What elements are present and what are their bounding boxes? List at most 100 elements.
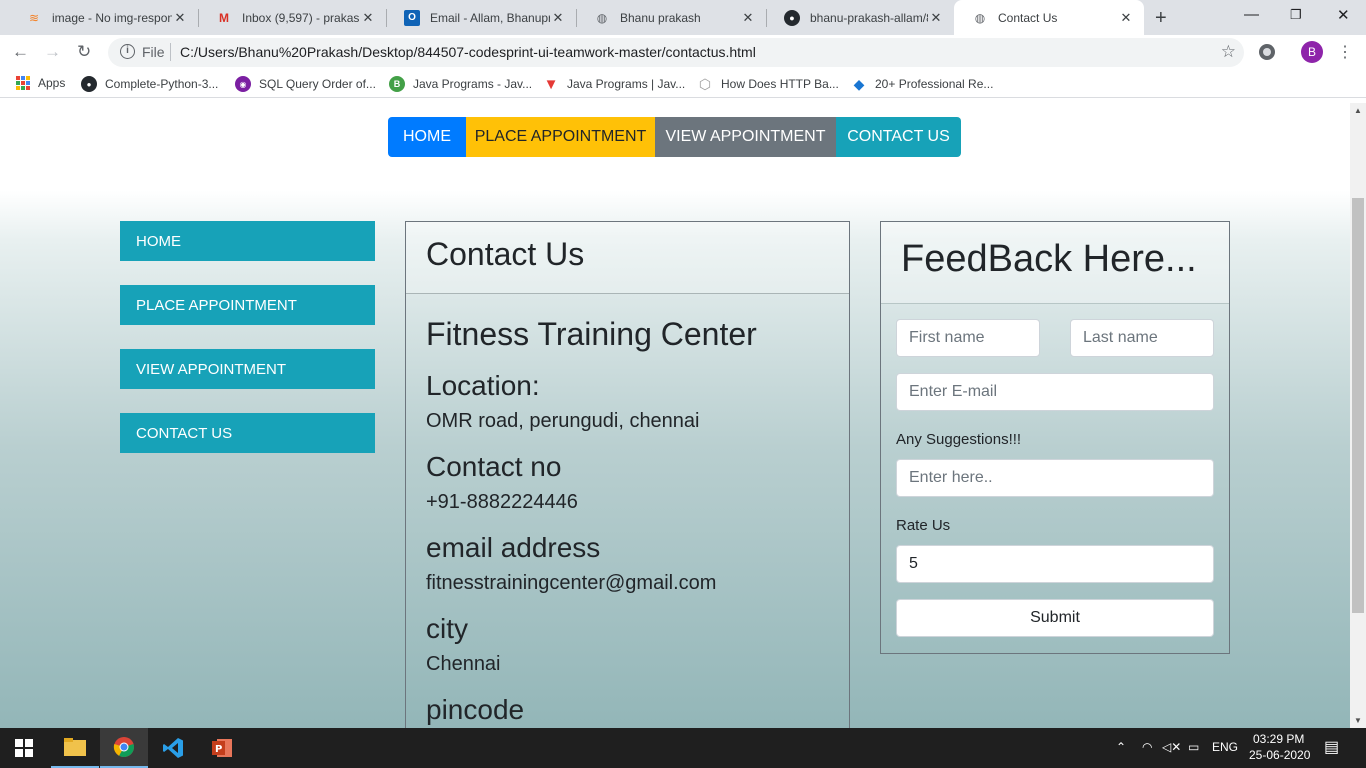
battery-icon[interactable]: ▭ xyxy=(1188,740,1199,754)
beginnersbook-icon: B xyxy=(389,76,405,92)
topnav-place-appointment-button[interactable]: PLACE APPOINTMENT xyxy=(466,117,655,157)
minimize-icon[interactable]: — xyxy=(1244,6,1259,23)
window-close-icon[interactable]: ✕ xyxy=(1337,6,1350,24)
github-icon: ● xyxy=(81,76,97,92)
city-heading: city xyxy=(426,613,468,644)
bookmark-python[interactable]: ● Complete-Python-3... xyxy=(81,76,218,92)
more-menu-icon[interactable]: ⋮ xyxy=(1337,42,1353,62)
close-icon[interactable]: ✕ xyxy=(550,10,566,26)
rate-input[interactable]: 5 xyxy=(896,545,1214,583)
restore-icon[interactable]: ❐ xyxy=(1290,7,1302,23)
outlook-icon: O xyxy=(404,9,420,26)
svg-text:P: P xyxy=(215,744,222,755)
topnav-view-appointment-button[interactable]: VIEW APPOINTMENT xyxy=(655,117,836,157)
bookmark-java-1[interactable]: B Java Programs - Jav... xyxy=(389,76,532,92)
wifi-icon[interactable]: ◠ xyxy=(1142,740,1152,754)
github-icon: ● xyxy=(784,9,800,26)
close-icon[interactable]: ✕ xyxy=(1118,10,1134,26)
tab-contact-us[interactable]: ◍ Contact Us ✕ xyxy=(954,0,1144,35)
page-content: HOME PLACE APPOINTMENT VIEW APPOINTMENT … xyxy=(0,103,1350,728)
submit-button[interactable]: Submit xyxy=(896,599,1214,637)
site-icon: ⬡ xyxy=(698,75,712,92)
bookmark-star-icon[interactable]: ☆ xyxy=(1221,42,1236,62)
location-value: OMR road, perungudi, chennai xyxy=(426,410,700,432)
forward-icon[interactable]: → xyxy=(44,42,61,62)
close-icon[interactable]: ✕ xyxy=(360,10,376,26)
feedback-form: FeedBack Here... First name Last name En… xyxy=(880,221,1230,654)
close-icon[interactable]: ✕ xyxy=(928,10,944,26)
powerpoint-icon[interactable]: P xyxy=(198,728,246,768)
new-tab-button[interactable]: + xyxy=(1155,7,1167,30)
bookmark-java-2[interactable]: ▼ Java Programs | Jav... xyxy=(543,76,686,93)
site-icon: ◆ xyxy=(853,75,865,92)
feedback-title: FeedBack Here... xyxy=(881,222,1229,304)
reload-icon[interactable]: ↻ xyxy=(77,42,91,62)
tab-github[interactable]: ● bhanu-prakash-allam/8 ✕ xyxy=(766,0,954,35)
tab-stackoverflow[interactable]: ≋ image - No img-respon ✕ xyxy=(8,0,198,35)
clock-date[interactable]: 25-06-2020 xyxy=(1249,748,1310,762)
clock-time[interactable]: 03:29 PM xyxy=(1253,732,1304,746)
action-center-icon[interactable]: ▤ xyxy=(1324,737,1339,757)
tab-strip: ≋ image - No img-respon ✕ M Inbox (9,597… xyxy=(0,0,1366,35)
scroll-up-icon[interactable]: ▲ xyxy=(1354,106,1362,115)
extension-icon[interactable] xyxy=(1259,44,1275,60)
location-heading: Location: xyxy=(426,370,540,401)
tab-outlook[interactable]: O Email - Allam, Bhanupra ✕ xyxy=(386,0,576,35)
contact-card-title: Contact Us xyxy=(406,222,849,294)
show-hidden-icons-icon[interactable]: ⌃ xyxy=(1116,740,1126,754)
last-name-input[interactable]: Last name xyxy=(1070,319,1214,357)
bookmark-label: Complete-Python-3... xyxy=(105,77,219,91)
tab-title: bhanu-prakash-allam/8 xyxy=(810,10,928,25)
language-indicator[interactable]: ENG xyxy=(1212,740,1238,754)
file-explorer-icon[interactable] xyxy=(51,728,99,768)
suggestions-input[interactable]: Enter here.. xyxy=(896,459,1214,497)
bookmark-resume[interactable]: ◆ 20+ Professional Re... xyxy=(851,75,994,92)
globe-icon: ◍ xyxy=(596,10,608,25)
close-icon[interactable]: ✕ xyxy=(740,10,756,26)
topnav-home-button[interactable]: HOME xyxy=(388,117,466,157)
first-name-input[interactable]: First name xyxy=(896,319,1040,357)
apps-grid-icon xyxy=(16,76,30,90)
topnav-contact-us-button[interactable]: CONTACT US xyxy=(836,117,961,157)
globe-icon: ◍ xyxy=(974,10,986,25)
windows-start-icon[interactable] xyxy=(0,728,48,768)
info-icon[interactable]: i xyxy=(120,44,135,59)
chrome-icon[interactable] xyxy=(100,728,148,768)
stackoverflow-icon: ≋ xyxy=(28,10,40,25)
tab-title: Contact Us xyxy=(998,10,1058,25)
bookmark-apps[interactable]: Apps xyxy=(16,76,65,90)
close-icon[interactable]: ✕ xyxy=(172,10,188,26)
bookmark-sql[interactable]: ◉ SQL Query Order of... xyxy=(235,76,376,92)
sidebar-item-place-appointment[interactable]: PLACE APPOINTMENT xyxy=(120,285,375,325)
phone-heading: Contact no xyxy=(426,451,562,482)
sidebar-item-view-appointment[interactable]: VIEW APPOINTMENT xyxy=(120,349,375,389)
avatar[interactable]: B xyxy=(1301,41,1323,63)
sidebar-item-home[interactable]: HOME xyxy=(120,221,375,261)
back-icon[interactable]: ← xyxy=(12,42,29,62)
page-scrollbar[interactable]: ▲ ▼ xyxy=(1350,103,1366,728)
rate-label: Rate Us xyxy=(896,517,951,534)
tab-bhanu-prakash[interactable]: ◍ Bhanu prakash ✕ xyxy=(576,0,766,35)
scroll-down-icon[interactable]: ▼ xyxy=(1354,716,1362,725)
organization-name: Fitness Training Center xyxy=(426,316,757,352)
bookmark-label: SQL Query Order of... xyxy=(259,77,376,91)
vscode-icon[interactable] xyxy=(149,728,197,768)
scrollbar-thumb[interactable] xyxy=(1352,198,1364,613)
scheme-label: File xyxy=(142,44,165,60)
bookmark-http[interactable]: ⬡ How Does HTTP Ba... xyxy=(697,76,839,92)
url-text[interactable]: C:/Users/Bhanu%20Prakash/Desktop/844507-… xyxy=(180,44,756,60)
bookmark-label: Java Programs - Jav... xyxy=(413,77,533,91)
browser-toolbar: ← → ↻ i File C:/Users/Bhanu%20Prakash/De… xyxy=(0,35,1366,70)
email-heading: email address xyxy=(426,532,601,563)
volume-muted-icon[interactable]: ◁✕ xyxy=(1162,740,1181,754)
bookmark-label: How Does HTTP Ba... xyxy=(721,77,839,91)
contact-card: Contact Us Fitness Training Center Locat… xyxy=(405,221,850,728)
bookmark-label: 20+ Professional Re... xyxy=(875,77,994,91)
sidebar-item-contact-us[interactable]: CONTACT US xyxy=(120,413,375,453)
bookmark-label: Apps xyxy=(38,76,66,90)
email-input[interactable]: Enter E-mail xyxy=(896,373,1214,411)
pincode-heading: pincode xyxy=(426,694,525,725)
address-bar[interactable]: i File C:/Users/Bhanu%20Prakash/Desktop/… xyxy=(108,38,1244,67)
tab-gmail[interactable]: M Inbox (9,597) - prakash ✕ xyxy=(198,0,386,35)
tab-title: image - No img-respon xyxy=(52,10,172,25)
